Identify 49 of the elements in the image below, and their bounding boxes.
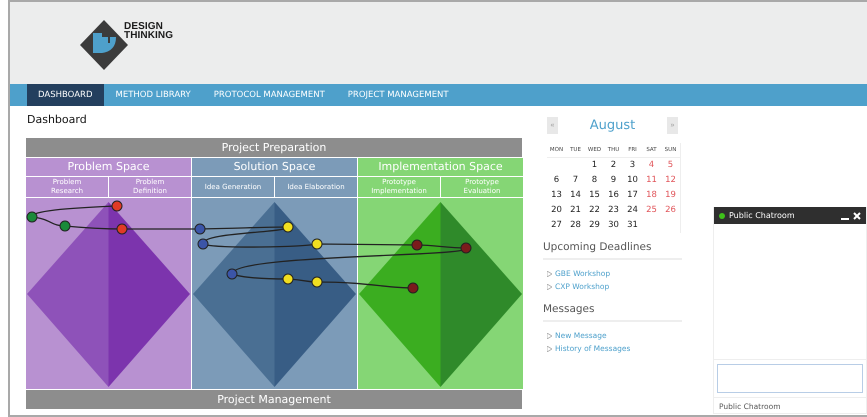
page-title: Dashboard (27, 113, 88, 126)
bullet-icon (547, 332, 552, 338)
calendar-day[interactable]: 17 (623, 188, 642, 203)
calendar-day[interactable]: 31 (623, 218, 642, 233)
calendar-day[interactable]: 9 (604, 173, 623, 188)
month-title: August (590, 118, 636, 133)
space-header: Solution Space (192, 158, 357, 176)
calendar-day[interactable]: 10 (623, 173, 642, 188)
calendar-day[interactable]: 16 (604, 188, 623, 203)
message-input[interactable] (717, 364, 863, 393)
calendar-day[interactable]: 4 (642, 158, 661, 173)
space-header: Implementation Space (358, 158, 523, 176)
calendar-day[interactable]: 13 (547, 188, 566, 203)
band-footer: Project Management (26, 390, 522, 409)
band-header: Project Preparation (26, 138, 522, 157)
space-header: Problem Space (26, 158, 191, 176)
chat-title: Public Chatroom (729, 211, 796, 220)
calendar-day[interactable]: 5 (661, 158, 680, 173)
calendar-day[interactable]: 3 (623, 158, 642, 173)
calendar-day[interactable]: 11 (642, 173, 661, 188)
logo-text: DESIGN THINKING (124, 22, 174, 40)
calendar-day[interactable]: 29 (585, 218, 604, 233)
nav-tab[interactable]: DASHBOARD (27, 84, 104, 106)
calendar-day[interactable]: 23 (604, 203, 623, 218)
calendar-day[interactable]: 27 (547, 218, 566, 233)
calendar-day[interactable]: 14 (566, 188, 585, 203)
calendar-day[interactable]: 2 (604, 158, 623, 173)
calendar-day[interactable]: 18 (642, 188, 661, 203)
bullet-icon (547, 346, 552, 352)
calendar-day[interactable]: 1 (585, 158, 604, 173)
bullet-icon (547, 270, 552, 276)
calendar-day[interactable]: 26 (661, 203, 680, 218)
calendar-day[interactable]: 20 (547, 203, 566, 218)
calendar-day[interactable]: 19 (661, 188, 680, 203)
section-title: Messages (543, 295, 682, 322)
calendar-day[interactable]: 28 (566, 218, 585, 233)
calendar-day[interactable]: 24 (623, 203, 642, 218)
bullet-icon (547, 284, 552, 290)
close-icon[interactable] (853, 212, 861, 220)
section-title: Upcoming Deadlines (543, 233, 682, 260)
calendar-day[interactable]: 8 (585, 173, 604, 188)
calendar-day[interactable]: 22 (585, 203, 604, 218)
calendar-day[interactable]: 25 (642, 203, 661, 218)
calendar-day[interactable]: 15 (585, 188, 604, 203)
calendar-day[interactable]: 21 (566, 203, 585, 218)
calendar-day[interactable]: 6 (547, 173, 566, 188)
calendar-day[interactable]: 12 (661, 173, 680, 188)
calendar-day[interactable]: 7 (566, 173, 585, 188)
calendar-day[interactable]: 30 (604, 218, 623, 233)
